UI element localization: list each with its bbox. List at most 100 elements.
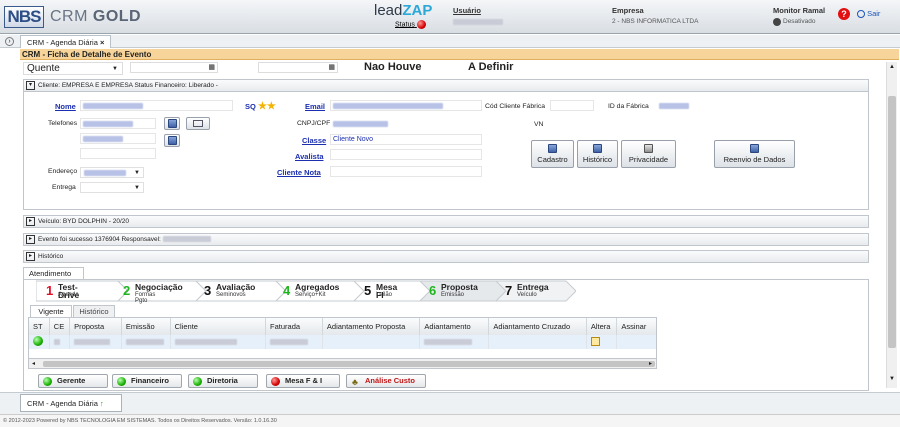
col-adiantamento[interactable]: Adiantamento (419, 318, 490, 335)
pin-icon[interactable]: ↑ (100, 399, 104, 408)
nome-link[interactable]: Nome (55, 102, 76, 111)
hscroll-thumb[interactable] (43, 361, 655, 367)
id-fabrica-field[interactable] (656, 100, 700, 111)
scroll-right-icon[interactable]: ▸ (649, 360, 652, 367)
calendar-icon[interactable]: ▦ (328, 63, 335, 71)
expand-icon[interactable]: ▸ (26, 235, 35, 244)
expand-icon[interactable]: ▸ (26, 217, 35, 226)
scroll-up-icon[interactable]: ▲ (889, 64, 895, 70)
vertical-scrollbar[interactable]: ▲ ▼ (886, 62, 897, 388)
row-proposta (69, 335, 122, 349)
email-value (333, 103, 443, 109)
sq-label: SQ ★★ (245, 101, 276, 112)
mesa-fi-button[interactable]: Mesa F & I (266, 374, 340, 388)
evento-section[interactable]: ▸ Evento foi sucesso 1376904 Responsavel: (23, 233, 869, 246)
email-field[interactable] (330, 100, 482, 111)
cnpj-field[interactable] (330, 118, 482, 129)
scroll-left-icon[interactable]: ◂ (32, 360, 35, 367)
horizontal-scrollbar[interactable]: ◂ ▸ (28, 358, 657, 369)
temperature-select[interactable]: Quente ▼ (23, 62, 123, 75)
reenvio-dados-button[interactable]: Reenvio de Dados (714, 140, 795, 168)
telefone-3[interactable] (80, 148, 156, 159)
cadastro-button[interactable]: Cadastro (531, 140, 574, 168)
add-icon (167, 119, 177, 128)
telefone-2[interactable] (80, 133, 156, 144)
top-header: NBS CRM GOLD leadZAP Status Usuário Empr… (0, 0, 900, 34)
endereco-value (84, 170, 126, 176)
id-fabrica-value (659, 103, 689, 109)
col-adiantamento-proposta[interactable]: Adiantamento Proposta (322, 318, 421, 335)
message-button[interactable] (186, 117, 210, 130)
col-faturada[interactable]: Faturada (265, 318, 323, 335)
calendar-icon[interactable]: ▦ (208, 63, 215, 71)
result-label: Nao Houve (364, 61, 422, 73)
expand-icon[interactable]: › (5, 37, 14, 46)
nome-field[interactable] (80, 100, 233, 111)
edit-icon[interactable] (590, 336, 600, 346)
add-phone-button[interactable] (164, 117, 180, 130)
usuario-label[interactable]: Usuário (453, 6, 503, 15)
cliente-nota-link[interactable]: Cliente Nota (277, 168, 321, 177)
monitor-status: Desativado (783, 18, 816, 25)
avalista-field[interactable] (330, 149, 482, 160)
col-st[interactable]: ST (29, 318, 50, 335)
col-ce[interactable]: CE (49, 318, 71, 335)
cliente-section[interactable]: ▾ Cliente: EMPRESA E EMPRESA Status Finan… (23, 79, 869, 92)
email-link[interactable]: Email (305, 102, 325, 111)
col-assinar[interactable]: Assinar (616, 318, 656, 335)
id-fabrica-label: ID da Fábrica (608, 103, 649, 110)
tab-historico[interactable]: Histórico (73, 305, 115, 317)
analise-custo-button[interactable]: ♣ Análise Custo (346, 374, 426, 388)
usuario-area[interactable]: Usuário (453, 6, 503, 27)
tab-atendimento[interactable]: Atendimento (23, 267, 84, 279)
tab-crm-agenda[interactable]: CRM - Agenda Diária × (20, 35, 112, 48)
help-icon[interactable]: ? (838, 8, 850, 20)
col-cliente[interactable]: Cliente (170, 318, 267, 335)
table-header-row: ST CE Proposta Emissão Cliente Faturada … (29, 318, 656, 335)
scroll-down-icon[interactable]: ▼ (889, 376, 895, 382)
privacidade-button[interactable]: Privacidade (621, 140, 676, 168)
entrega-select[interactable]: ▼ (80, 182, 144, 193)
date-field-1[interactable]: ▦ (130, 62, 218, 73)
classe-field[interactable]: Cliente Novo (330, 134, 482, 145)
col-proposta[interactable]: Proposta (69, 318, 122, 335)
exit-button[interactable]: Sair (857, 9, 880, 19)
row-assinar[interactable] (616, 335, 656, 349)
cnpj-label: CNPJ/CPF (297, 120, 331, 127)
col-adiantamento-cruzado[interactable]: Adiantamento Cruzado (488, 318, 587, 335)
historico-icon (593, 144, 602, 153)
responsavel-value (162, 236, 211, 243)
cliente-nota-field[interactable] (330, 166, 482, 177)
col-emissao[interactable]: Emissão (121, 318, 171, 335)
avalista-link[interactable]: Avalista (295, 152, 324, 161)
close-tab-icon[interactable]: × (100, 38, 104, 47)
gerente-button[interactable]: Gerente (38, 374, 108, 388)
status-link[interactable]: Status (395, 20, 426, 29)
expand-icon[interactable]: ▸ (26, 252, 35, 261)
add-phone-button-2[interactable] (164, 134, 180, 147)
table-row[interactable] (29, 335, 656, 349)
cod-cliente-fabrica-field[interactable] (550, 100, 594, 111)
collapse-icon[interactable]: ▾ (26, 81, 35, 90)
row-status-icon (29, 335, 50, 349)
telefone-1[interactable] (80, 118, 156, 129)
financeiro-button[interactable]: Financeiro (112, 374, 182, 388)
date-field-2[interactable]: ▦ (258, 62, 338, 73)
empresa-area: Empresa 2 - NBS INFORMATICA LTDA (612, 6, 698, 25)
historico-section[interactable]: ▸ Histórico (23, 250, 869, 263)
diretoria-button[interactable]: Diretoria (188, 374, 258, 388)
cnpj-value (333, 121, 388, 127)
classe-link[interactable]: Classe (302, 136, 326, 145)
scroll-thumb[interactable] (888, 96, 896, 348)
row-altera[interactable] (586, 335, 618, 349)
taskbar-tab-crm-agenda[interactable]: CRM - Agenda Diária ↑ (20, 394, 122, 412)
monitor-label: Monitor Ramal (773, 6, 826, 15)
row-adiantamento-cruzado (488, 335, 587, 349)
veiculo-section[interactable]: ▸ Veículo: BYD DOLPHIN - 20/20 (23, 215, 869, 228)
tab-vigente[interactable]: Vigente (30, 305, 72, 317)
status-red-icon (416, 20, 426, 29)
endereco-select[interactable]: ▼ (80, 167, 144, 178)
footer: © 2012-2023 Powered by NBS TECNOLOGIA EM… (0, 414, 900, 427)
historico-button[interactable]: Histórico (577, 140, 618, 168)
col-altera[interactable]: Altera (586, 318, 618, 335)
